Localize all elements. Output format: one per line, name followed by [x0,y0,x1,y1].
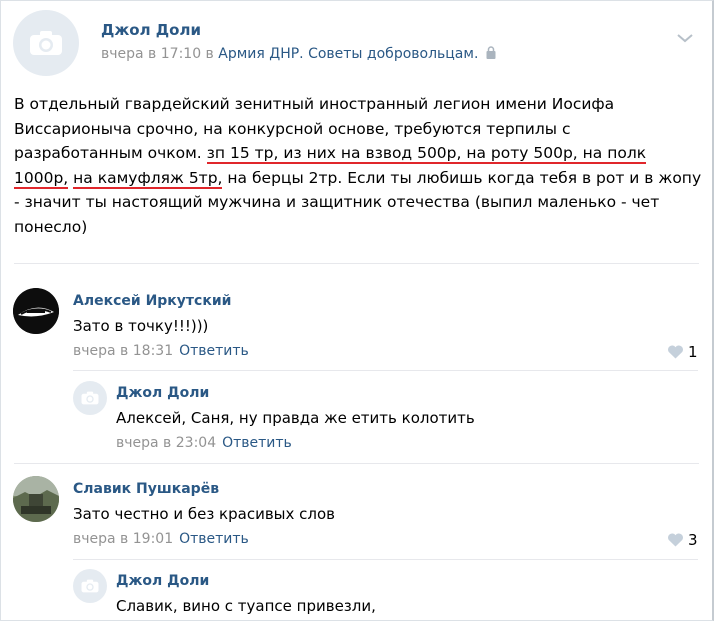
post-author-avatar[interactable] [13,10,79,76]
comment-meta: вчера в 18:31 Ответить [73,343,249,359]
comment-time[interactable]: вчера в 23:04 [116,435,216,451]
comment-time[interactable]: вчера в 18:31 [73,343,173,359]
divider [14,263,699,264]
camera-icon [81,579,99,593]
like-count: 3 [688,531,698,549]
camera-icon [30,31,62,55]
like-count: 1 [688,343,698,361]
post-group-link[interactable]: Армия ДНР. Советы добровольцам. [218,46,478,62]
heart-icon [668,533,683,547]
comment-avatar[interactable] [13,288,59,334]
reply-button[interactable]: Ответить [222,435,292,451]
comment-author[interactable]: Джол Доли [116,385,209,401]
post-text: В отдельный гвардейский зенитный иностра… [14,92,704,239]
comment-time[interactable]: вчера в 19:01 [73,531,173,547]
comment-avatar[interactable] [13,476,59,522]
like-button[interactable]: 3 [667,531,698,549]
comment-author[interactable]: Алексей Иркутский [73,293,231,309]
reply-button[interactable]: Ответить [179,531,249,547]
comment-meta: вчера в 23:04 Ответить [116,435,292,451]
post-card: Джол Доли вчера в 17:10 в Армия ДНР. Сов… [0,0,714,621]
divider [73,370,698,371]
comment-text: Славик, вино с туапсе привезли, [116,597,376,615]
chevron-down-icon[interactable] [677,28,693,47]
photo-thumbnail [13,476,59,522]
post-author-name[interactable]: Джол Доли [101,21,201,39]
heart-icon [668,345,683,359]
post-text-underlined: на камуфляж 5тр, [73,168,223,189]
avatar-logo [13,288,59,334]
comment-meta: вчера в 19:01 Ответить [73,531,249,547]
post-meta: вчера в 17:10 в Армия ДНР. Советы добров… [101,46,496,62]
comment-text: Зато честно и без красивых слов [73,505,336,523]
like-button[interactable]: 1 [667,343,698,361]
reply-button[interactable]: Ответить [179,343,249,359]
reply-avatar[interactable] [73,569,107,603]
reply-avatar[interactable] [73,381,107,415]
divider [14,463,699,464]
camera-icon [81,391,99,405]
comment-text: Зато в точку!!!))) [73,317,209,335]
post-time[interactable]: вчера в 17:10 в [101,46,214,62]
divider [73,559,698,560]
lock-icon [486,46,496,59]
comment-author[interactable]: Джол Доли [116,573,209,589]
comment-author[interactable]: Славик Пушкарёв [73,481,219,497]
comment-text: Алексей, Саня, ну правда же етить колоти… [116,409,475,427]
